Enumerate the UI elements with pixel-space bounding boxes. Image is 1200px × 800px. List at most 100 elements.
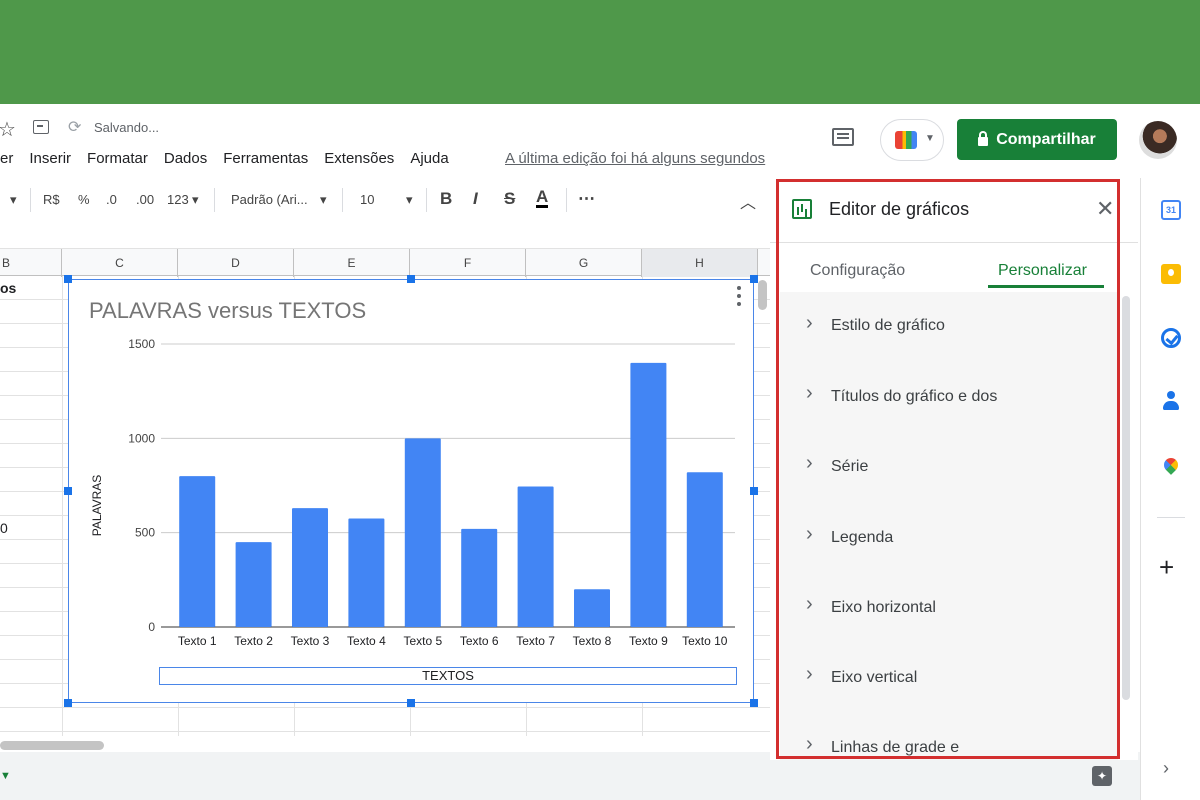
toolbar-divider bbox=[214, 188, 215, 212]
section-legend[interactable]: Legenda bbox=[831, 529, 893, 547]
x-tick-label: Texto 9 bbox=[629, 634, 668, 648]
percent-format-button[interactable]: % bbox=[78, 192, 90, 207]
resize-handle[interactable] bbox=[64, 275, 72, 283]
cell-b1[interactable]: os bbox=[0, 280, 16, 296]
more-formats-button[interactable]: 123 bbox=[167, 192, 189, 207]
last-edit-link[interactable]: A última edição foi há alguns segundos bbox=[505, 150, 765, 167]
resize-handle[interactable] bbox=[750, 487, 758, 495]
section-series[interactable]: Série bbox=[831, 458, 868, 476]
formatting-toolbar: ▾ R$ % .0 .00 123 ▾ Padrão (Ari... ▾ 10 … bbox=[0, 178, 770, 222]
toolbar-divider bbox=[566, 188, 567, 212]
column-header-g[interactable]: G bbox=[526, 249, 642, 277]
menu-item-format[interactable]: Formatar bbox=[87, 150, 148, 170]
calendar-icon[interactable]: 31 bbox=[1161, 200, 1181, 220]
chevron-down-icon: ▾ bbox=[406, 192, 413, 207]
comment-history-icon[interactable] bbox=[832, 128, 854, 146]
horizontal-scrollbar[interactable] bbox=[0, 741, 104, 750]
grid-line bbox=[62, 276, 63, 736]
increase-decimals-button[interactable]: .00 bbox=[136, 192, 154, 207]
font-size-select[interactable]: 10 bbox=[360, 192, 374, 207]
editor-scrollbar[interactable] bbox=[1122, 296, 1130, 700]
x-tick-label: Texto 1 bbox=[178, 634, 217, 648]
explore-icon[interactable]: ✦ bbox=[1092, 766, 1112, 786]
add-addon-icon[interactable]: + bbox=[1159, 552, 1174, 583]
avatar[interactable] bbox=[1139, 121, 1177, 159]
decrease-decimals-button[interactable]: .0 bbox=[106, 192, 117, 207]
currency-format-button[interactable]: R$ bbox=[43, 192, 60, 207]
x-tick-label: Texto 7 bbox=[516, 634, 555, 648]
divider bbox=[770, 242, 1138, 243]
italic-button[interactable]: I bbox=[473, 189, 478, 209]
menu-item-view[interactable]: er bbox=[0, 150, 13, 170]
section-horizontal-axis[interactable]: Eixo horizontal bbox=[831, 599, 936, 617]
y-tick-label: 1500 bbox=[128, 337, 155, 351]
menu-item-help[interactable]: Ajuda bbox=[410, 150, 448, 170]
x-tick-label: Texto 10 bbox=[682, 634, 728, 648]
divider bbox=[1157, 517, 1185, 518]
menu-item-insert[interactable]: Inserir bbox=[29, 150, 71, 170]
bar bbox=[517, 486, 554, 627]
x-tick-label: Texto 8 bbox=[573, 634, 612, 648]
chart-editor-panel: Editor de gráficos ✕ Configuração Person… bbox=[770, 178, 1138, 760]
font-select[interactable]: Padrão (Ari... bbox=[231, 192, 308, 207]
chevron-right-icon: › bbox=[806, 663, 813, 685]
resize-handle[interactable] bbox=[407, 699, 415, 707]
star-icon[interactable]: ☆ bbox=[0, 117, 16, 142]
column-header-c[interactable]: C bbox=[62, 249, 178, 277]
resize-handle[interactable] bbox=[750, 699, 758, 707]
column-header-b[interactable]: B bbox=[0, 249, 62, 277]
text-color-button[interactable]: A bbox=[536, 188, 549, 208]
toolbar-divider bbox=[30, 188, 31, 212]
x-axis-title[interactable]: TEXTOS bbox=[159, 667, 737, 685]
menu-item-extensions[interactable]: Extensões bbox=[324, 150, 394, 170]
share-button[interactable]: Compartilhar bbox=[957, 119, 1117, 160]
keep-icon[interactable] bbox=[1161, 264, 1181, 284]
saving-status: Salvando... bbox=[94, 120, 160, 135]
chart[interactable]: PALAVRAS versus TEXTOS 0 500 1000 1500 PALAV… bbox=[68, 279, 754, 703]
strikethrough-button[interactable]: S bbox=[504, 189, 515, 209]
move-folder-icon[interactable] bbox=[33, 120, 49, 134]
x-tick-label: Texto 4 bbox=[347, 634, 386, 648]
resize-handle[interactable] bbox=[750, 275, 758, 283]
column-header-h[interactable]: H bbox=[642, 249, 758, 277]
close-icon[interactable]: ✕ bbox=[1096, 196, 1114, 222]
meet-button[interactable]: ▼ bbox=[880, 119, 944, 161]
contacts-icon[interactable] bbox=[1161, 391, 1181, 411]
bar bbox=[630, 362, 667, 627]
collapse-toolbar-icon[interactable]: ︿ bbox=[740, 189, 756, 213]
toolbar-divider bbox=[342, 188, 343, 212]
chevron-right-icon: › bbox=[806, 452, 813, 474]
chevron-right-icon: › bbox=[806, 733, 813, 755]
section-gridlines[interactable]: Linhas de grade e bbox=[831, 739, 959, 757]
resize-handle[interactable] bbox=[64, 699, 72, 707]
tab-configuracao[interactable]: Configuração bbox=[810, 262, 905, 280]
tasks-icon[interactable] bbox=[1161, 328, 1181, 348]
menu-item-data[interactable]: Dados bbox=[164, 150, 207, 170]
zoom-dropdown-icon[interactable]: ▾ bbox=[10, 192, 17, 208]
x-tick-label: Texto 5 bbox=[403, 634, 442, 648]
resize-handle[interactable] bbox=[64, 487, 72, 495]
maps-icon[interactable] bbox=[1161, 455, 1181, 475]
cell-b11[interactable]: 0 bbox=[0, 520, 8, 536]
tab-personalizar[interactable]: Personalizar bbox=[998, 262, 1087, 280]
column-header-e[interactable]: E bbox=[294, 249, 410, 277]
bold-button[interactable]: B bbox=[440, 189, 452, 209]
section-titles[interactable]: Títulos do gráfico e dos bbox=[831, 388, 997, 406]
sheet-menu-icon[interactable]: ▼ bbox=[0, 770, 11, 782]
resize-handle[interactable] bbox=[407, 275, 415, 283]
column-header-d[interactable]: D bbox=[178, 249, 294, 277]
meet-icon bbox=[895, 131, 917, 149]
chart-icon bbox=[792, 199, 812, 219]
more-options-button[interactable]: ⋯ bbox=[578, 189, 595, 209]
section-chart-style[interactable]: Estilo de gráfico bbox=[831, 317, 945, 335]
bar bbox=[574, 589, 610, 627]
vertical-scrollbar[interactable] bbox=[758, 280, 767, 310]
bar bbox=[235, 542, 272, 627]
chevron-right-icon: › bbox=[806, 523, 813, 545]
menu-item-tools[interactable]: Ferramentas bbox=[223, 150, 308, 170]
chevron-right-icon[interactable]: › bbox=[1163, 758, 1169, 779]
top-banner bbox=[0, 0, 1200, 104]
menu-bar: er Inserir Formatar Dados Ferramentas Ex… bbox=[0, 150, 465, 170]
section-vertical-axis[interactable]: Eixo vertical bbox=[831, 669, 917, 687]
column-header-f[interactable]: F bbox=[410, 249, 526, 277]
